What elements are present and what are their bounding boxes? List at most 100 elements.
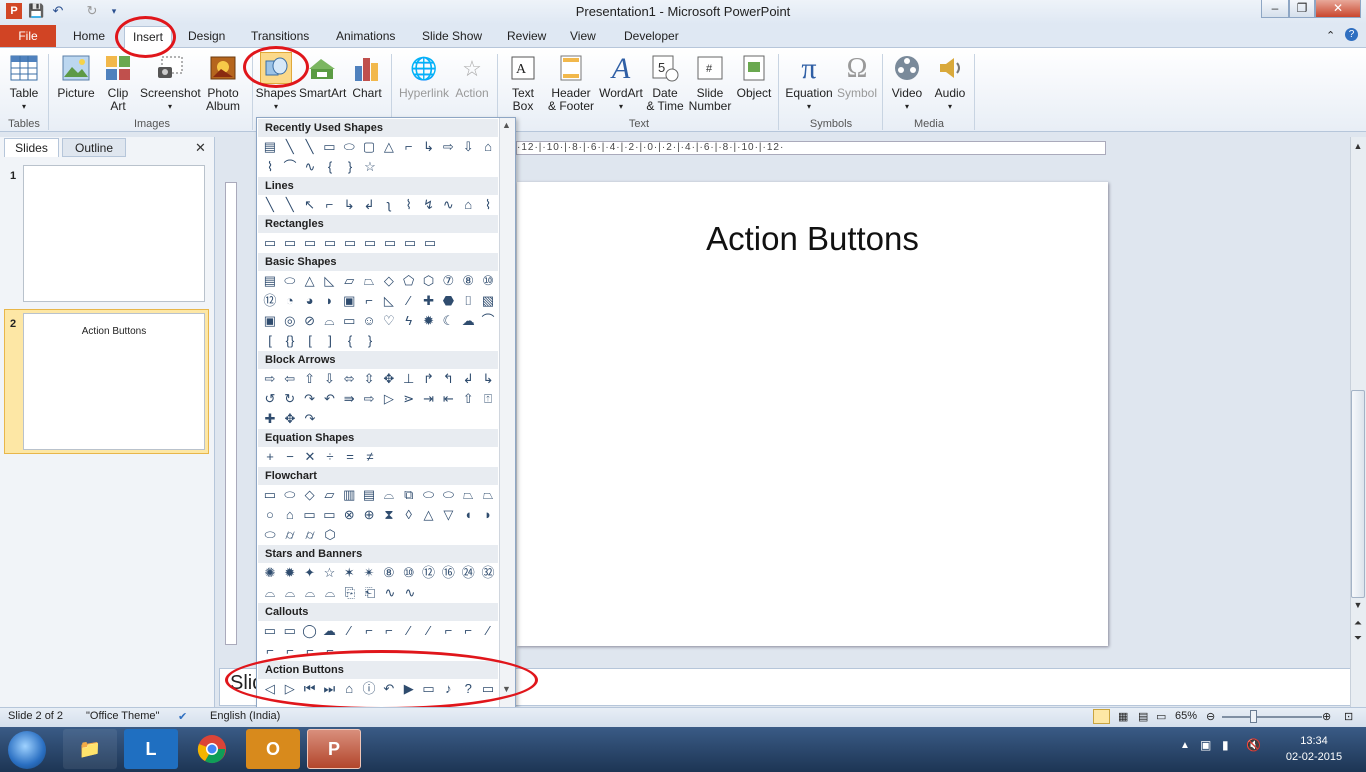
shapes-row[interactable]: ⇨ ⇦ ⇧ ⇩ ⬄ ⇳ ✥ ⊥ ↱ ↰ ↲ ↳ (258, 369, 498, 389)
shape-option[interactable]: ⑫ (260, 291, 280, 311)
shape-option[interactable]: ♡ (379, 311, 399, 331)
shape-option[interactable]: ⊘ (300, 311, 320, 331)
shapes-row[interactable]: ▭ ▭ ▭ ▭ ▭ ▭ ▭ ▭ ▭ (258, 233, 498, 253)
shape-option[interactable]: ▱ (319, 485, 339, 505)
shape-option[interactable]: ⬭ (339, 137, 359, 157)
shapes-row[interactable]: ✺ ✹ ✦ ☆ ✶ ✴ ⑧ ⑩ ⑫ ⑯ ㉔㉜ (258, 563, 498, 583)
shape-option[interactable]: ⏢ (359, 271, 379, 291)
shape-option[interactable]: ⑫ (419, 563, 439, 583)
tab-view[interactable]: View (562, 26, 604, 47)
hyperlink-button[interactable]: 🌐 Hyperlink (398, 52, 450, 100)
tab-slide-show[interactable]: Slide Show (414, 26, 490, 47)
shape-option[interactable]: ✴ (359, 563, 379, 583)
shape-option[interactable]: ▱ (339, 271, 359, 291)
shape-option[interactable]: ↲ (359, 195, 379, 215)
tab-design[interactable]: Design (180, 26, 233, 47)
shape-option[interactable]: ϟ (399, 311, 419, 331)
equation-button[interactable]: π Equation ▾ (782, 52, 836, 113)
shape-option[interactable]: ⌐ (379, 621, 399, 641)
clip-art-button[interactable]: Clip Art (100, 52, 136, 113)
shape-option[interactable]: ↻ (280, 389, 300, 409)
fit-slide-icon[interactable]: ⊡ (1344, 710, 1353, 723)
shape-option[interactable]: − (280, 447, 300, 467)
close-window-button[interactable]: ✕ (1315, 0, 1361, 18)
shape-option[interactable]: ◇ (379, 271, 399, 291)
help-icon[interactable]: ? (1345, 28, 1358, 41)
shapes-row[interactable]: ⬭ ⌭ ⌭ ⬡ (258, 525, 498, 545)
shape-option[interactable]: ⇨ (359, 389, 379, 409)
shape-option[interactable]: ⌭ (280, 525, 300, 545)
shape-option[interactable]: ↯ (419, 195, 439, 215)
shapes-row[interactable]: [{}[]{} (258, 331, 498, 351)
shape-option[interactable]: + (260, 447, 280, 467)
text-box-button[interactable]: A Text Box (502, 52, 544, 113)
shape-option[interactable]: ▤ (260, 271, 280, 291)
shape-option[interactable]: ⌐ (399, 137, 419, 157)
shape-option[interactable]: ✹ (419, 311, 439, 331)
shape-option[interactable]: ↱ (419, 369, 439, 389)
shape-option[interactable]: ✚ (260, 409, 280, 429)
shape-option[interactable]: ] (320, 331, 340, 351)
shape-option[interactable]: ⁄ (399, 291, 419, 311)
video-button[interactable]: Video ▾ (888, 52, 926, 113)
shape-option[interactable]: ↰ (438, 369, 458, 389)
shape-option[interactable]: ╲ (300, 137, 320, 157)
shape-option[interactable]: { (320, 157, 340, 177)
shape-option[interactable]: ╲ (260, 195, 280, 215)
shape-option[interactable]: ÷ (320, 447, 340, 467)
shape-option[interactable]: } (360, 331, 380, 351)
status-language[interactable]: English (India) (210, 710, 280, 722)
shape-option[interactable]: ◖ (458, 505, 478, 525)
shape-option[interactable]: ◗ (319, 291, 339, 311)
shape-option[interactable]: ⌓ (300, 583, 320, 603)
shape-option[interactable]: ⌓ (319, 311, 339, 331)
tab-file[interactable]: File (0, 25, 56, 47)
shape-option[interactable]: ↷ (300, 409, 320, 429)
shapes-row[interactable]: ▣ ◎ ⊘ ⌓ ▭ ☺ ♡ ϟ ✹ ☾ ☁ ⌒ (258, 311, 498, 331)
shape-option[interactable]: ⬭ (419, 485, 439, 505)
shape-option[interactable]: ▭ (280, 233, 300, 253)
shape-option[interactable]: ☾ (438, 311, 458, 331)
shape-option[interactable]: ʅ (379, 195, 399, 215)
shapes-row[interactable]: ⑫ ◔ ◕ ◗ ▣ ⌐ ◺ ⁄ ✚ ⬣ ⌷ ▧ (258, 291, 498, 311)
shapes-row[interactable]: ⌓ ⌓ ⌓ ⌓ ⎘ ⎗ ∿ ∿ (258, 583, 498, 603)
shapes-menu-scrollbar[interactable] (499, 118, 515, 708)
shape-option[interactable]: ⌭ (300, 525, 320, 545)
shape-option[interactable]: ▭ (339, 311, 359, 331)
shape-option[interactable]: △ (419, 505, 439, 525)
shape-option[interactable]: ▷ (379, 389, 399, 409)
status-theme[interactable]: "Office Theme" (86, 710, 159, 722)
shape-option[interactable]: ↳ (339, 195, 359, 215)
shape-option[interactable]: ↷ (300, 389, 320, 409)
shape-option[interactable]: ☁ (319, 621, 339, 641)
shape-option[interactable]: ☺ (359, 311, 379, 331)
start-button[interactable] (8, 731, 46, 769)
shape-option[interactable]: ↶ (319, 389, 339, 409)
shape-option[interactable]: ☆ (360, 157, 380, 177)
shape-option[interactable]: ∿ (300, 157, 320, 177)
shape-option[interactable]: ⧗ (379, 505, 399, 525)
shape-option[interactable]: ⬡ (320, 525, 340, 545)
shape-option[interactable]: ⇤ (438, 389, 458, 409)
shapes-row[interactable]: ⌇ ⌒ ∿{} ☆ (258, 157, 498, 177)
shape-option[interactable]: ⬄ (339, 369, 359, 389)
shape-option[interactable]: } (340, 157, 360, 177)
shapes-row[interactable]: ▭ ▭ ◯ ☁ ⁄ ⌐ ⌐ ⁄ ⁄ ⌐ ⌐ ⁄ (258, 621, 498, 641)
shape-option[interactable]: ⁄ (419, 621, 439, 641)
shape-option[interactable]: ⇨ (260, 369, 280, 389)
shape-option[interactable]: ○ (260, 505, 280, 525)
scroll-down-icon[interactable]: ▼ (1352, 600, 1364, 610)
shape-option[interactable]: ✶ (339, 563, 359, 583)
action-button[interactable]: ☆ Action (452, 52, 492, 100)
shape-option[interactable]: ╲ (280, 137, 300, 157)
shape-option[interactable]: ↲ (458, 369, 478, 389)
shape-option[interactable]: ⌐ (359, 291, 379, 311)
shape-option[interactable]: ⑯ (438, 563, 458, 583)
shape-option[interactable]: ✕ (300, 447, 320, 467)
shape-option[interactable]: ▽ (438, 505, 458, 525)
shape-option[interactable]: ▭ (420, 233, 440, 253)
slide-title[interactable]: Action Buttons (517, 220, 1108, 258)
shape-option[interactable]: ⏢ (458, 485, 478, 505)
shape-option[interactable]: ⇥ (419, 389, 439, 409)
object-button[interactable]: Object (734, 52, 774, 100)
